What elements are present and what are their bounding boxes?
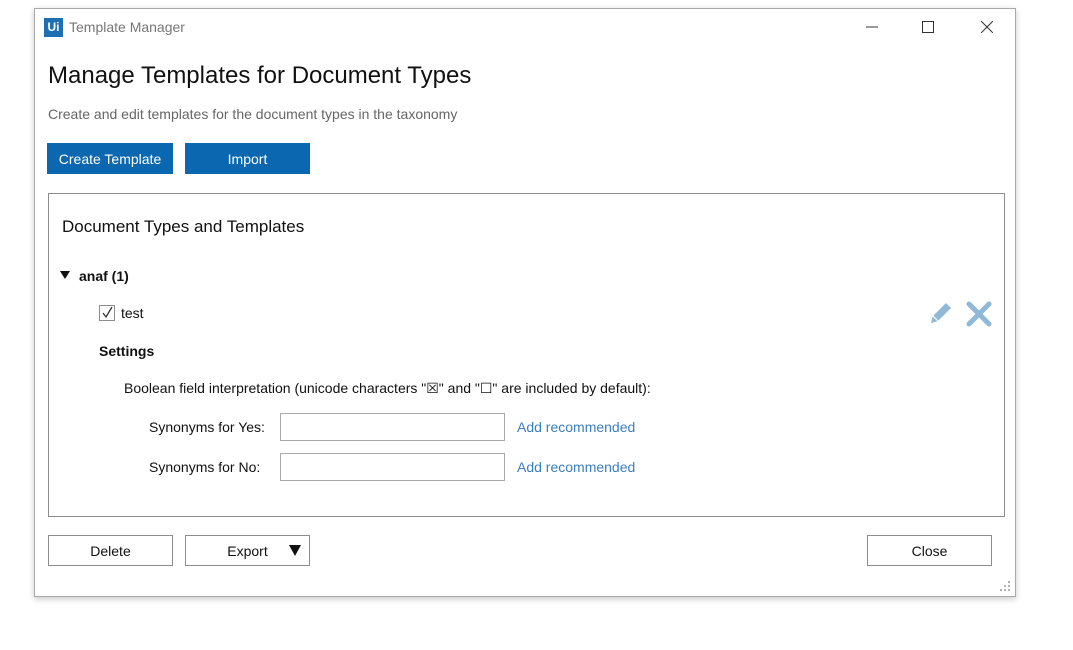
checkmark-icon	[102, 306, 113, 319]
window-title: Template Manager	[69, 19, 185, 35]
template-checkbox[interactable]	[99, 305, 115, 321]
synonyms-yes-input[interactable]	[280, 413, 505, 441]
synonyms-yes-label: Synonyms for Yes:	[149, 419, 265, 435]
settings-heading: Settings	[99, 343, 155, 359]
import-button[interactable]: Import	[185, 143, 310, 174]
pencil-icon[interactable]	[927, 299, 955, 327]
export-button[interactable]: Export	[185, 535, 310, 566]
panel-title: Document Types and Templates	[62, 217, 305, 236]
export-label: Export	[227, 542, 268, 559]
maximize-icon	[922, 21, 934, 33]
minimize-icon	[866, 26, 878, 28]
close-window-button[interactable]	[972, 15, 1002, 39]
template-manager-window: Ui Template Manager Manage Templates for…	[34, 8, 1016, 597]
x-icon[interactable]	[965, 300, 993, 328]
boolean-field-label: Boolean field interpretation (unicode ch…	[124, 380, 651, 396]
synonyms-no-input[interactable]	[280, 453, 505, 481]
title-bar: Ui Template Manager	[35, 9, 1015, 45]
document-type-node[interactable]: anaf (1)	[79, 268, 129, 284]
page-subtitle: Create and edit templates for the docume…	[48, 106, 458, 122]
page-title: Manage Templates for Document Types	[48, 62, 472, 89]
template-name[interactable]: test	[121, 305, 144, 321]
minimize-button[interactable]	[857, 15, 887, 39]
maximize-button[interactable]	[913, 15, 943, 39]
dropdown-arrow-icon[interactable]	[289, 545, 301, 556]
document-types-panel: Document Types and Templates anaf (1) te…	[48, 193, 1005, 517]
close-button[interactable]: Close	[867, 535, 992, 566]
synonyms-no-label: Synonyms for No:	[149, 459, 261, 475]
expand-arrow-icon[interactable]	[60, 271, 70, 279]
resize-grip-icon[interactable]	[999, 580, 1011, 592]
close-icon	[981, 21, 993, 33]
add-recommended-yes-link[interactable]: Add recommended	[517, 419, 635, 435]
delete-button[interactable]: Delete	[48, 535, 173, 566]
create-template-button[interactable]: Create Template	[47, 143, 173, 174]
app-logo: Ui	[44, 18, 63, 37]
add-recommended-no-link[interactable]: Add recommended	[517, 459, 635, 475]
